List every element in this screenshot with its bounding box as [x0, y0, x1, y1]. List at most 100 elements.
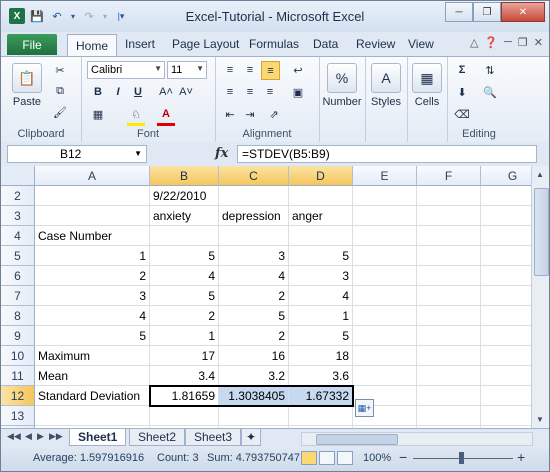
cell-f10[interactable]: [417, 346, 481, 366]
cell-a2[interactable]: [35, 186, 150, 206]
cell-b9[interactable]: 1: [150, 326, 219, 346]
normal-view-icon[interactable]: [301, 451, 317, 465]
cell-a11[interactable]: Mean: [35, 366, 150, 386]
column-header-f[interactable]: F: [417, 166, 481, 186]
cell-a13[interactable]: [35, 406, 150, 426]
zoom-in-icon[interactable]: +: [517, 449, 525, 465]
cell-d3[interactable]: anger: [289, 206, 353, 226]
cell-c13[interactable]: [219, 406, 289, 426]
zoom-slider-knob[interactable]: [459, 452, 464, 464]
cell-g13[interactable]: [481, 406, 531, 426]
cell-a4[interactable]: Case Number: [35, 226, 150, 246]
cell-c4[interactable]: [219, 226, 289, 246]
cell-f11[interactable]: [417, 366, 481, 386]
fill-color-icon[interactable]: ♘: [127, 105, 145, 126]
cell-f13[interactable]: [417, 406, 481, 426]
cell-b6[interactable]: 4: [150, 266, 219, 286]
cell-b13[interactable]: [150, 406, 219, 426]
row-header[interactable]: 13: [1, 406, 35, 426]
grow-font-icon[interactable]: A˄: [157, 83, 175, 101]
row-header[interactable]: 5: [1, 246, 35, 266]
cell-a3[interactable]: [35, 206, 150, 226]
cells-button[interactable]: ▦ Cells: [409, 63, 445, 108]
clear-icon[interactable]: ⌫: [453, 105, 471, 123]
cell-d13[interactable]: [289, 406, 353, 426]
cell-f7[interactable]: [417, 286, 481, 306]
column-header-d[interactable]: D: [289, 166, 353, 186]
prev-sheet-icon[interactable]: ◀: [25, 431, 32, 442]
align-right-icon[interactable]: ≡: [261, 83, 279, 101]
cell-a12[interactable]: Standard Deviation: [35, 386, 150, 406]
cell-d12[interactable]: 1.67332: [289, 386, 353, 406]
cell-d4[interactable]: [289, 226, 353, 246]
cell-a9[interactable]: 5: [35, 326, 150, 346]
cell-a6[interactable]: 2: [35, 266, 150, 286]
cell-b12[interactable]: 1.81659: [150, 386, 219, 406]
cell-e11[interactable]: [353, 366, 417, 386]
cell-c10[interactable]: 16: [219, 346, 289, 366]
insert-sheet-icon[interactable]: ✦: [241, 429, 262, 446]
orientation-icon[interactable]: ⇗: [265, 105, 283, 123]
underline-button[interactable]: U: [129, 83, 147, 101]
cell-b5[interactable]: 5: [150, 246, 219, 266]
cell-c12[interactable]: 1.3038405: [219, 386, 289, 406]
tab-formulas[interactable]: Formulas: [249, 37, 299, 51]
cell-f3[interactable]: [417, 206, 481, 226]
cell-a10[interactable]: Maximum: [35, 346, 150, 366]
cell-e7[interactable]: [353, 286, 417, 306]
cell-f9[interactable]: [417, 326, 481, 346]
scroll-up-icon[interactable]: ▲: [536, 170, 544, 179]
vertical-scrollbar[interactable]: ▲ ▼: [531, 166, 549, 428]
row-header[interactable]: 9: [1, 326, 35, 346]
merge-center-icon[interactable]: ▣: [289, 83, 307, 101]
last-sheet-icon[interactable]: ▶▶: [49, 431, 63, 442]
cell-d7[interactable]: 4: [289, 286, 353, 306]
row-header[interactable]: 10: [1, 346, 35, 366]
cell-f6[interactable]: [417, 266, 481, 286]
next-sheet-icon[interactable]: ▶: [37, 431, 44, 442]
cell-d9[interactable]: 5: [289, 326, 353, 346]
cell-b3[interactable]: anxiety: [150, 206, 219, 226]
cell-g11[interactable]: [481, 366, 531, 386]
tab-home[interactable]: Home: [67, 34, 118, 57]
italic-button[interactable]: I: [109, 83, 127, 101]
cell-c8[interactable]: 5: [219, 306, 289, 326]
cell-d10[interactable]: 18: [289, 346, 353, 366]
cell-g4[interactable]: [481, 226, 531, 246]
cell-b4[interactable]: [150, 226, 219, 246]
cell-c6[interactable]: 4: [219, 266, 289, 286]
row-header[interactable]: 3: [1, 206, 35, 226]
cell-d8[interactable]: 1: [289, 306, 353, 326]
vertical-scroll-thumb[interactable]: [534, 188, 549, 276]
cell-f12[interactable]: [417, 386, 481, 406]
copy-icon[interactable]: ⧉: [51, 82, 69, 100]
minimize-icon[interactable]: ─: [445, 2, 473, 22]
wrap-text-icon[interactable]: ↩: [289, 61, 307, 79]
column-header-e[interactable]: E: [353, 166, 417, 186]
tab-review[interactable]: Review: [356, 37, 395, 51]
doc-minimize-icon[interactable]: ─: [504, 36, 512, 49]
align-middle-icon[interactable]: ≡: [241, 61, 259, 79]
increase-indent-icon[interactable]: ⇥: [241, 105, 259, 123]
page-break-view-icon[interactable]: [337, 451, 353, 465]
doc-restore-icon[interactable]: ❐: [518, 36, 528, 49]
sort-filter-icon[interactable]: ⇅: [481, 61, 499, 79]
font-name-combo[interactable]: Calibri ▼: [87, 61, 165, 79]
formula-input[interactable]: =STDEV(B5:B9): [237, 145, 537, 163]
decrease-indent-icon[interactable]: ⇤: [221, 105, 239, 123]
borders-icon[interactable]: ▦: [89, 105, 107, 123]
paste-button[interactable]: 📋 Paste: [9, 63, 45, 108]
row-header[interactable]: 7: [1, 286, 35, 306]
cell-e6[interactable]: [353, 266, 417, 286]
autosum-icon[interactable]: Σ: [453, 61, 471, 79]
cell-b8[interactable]: 2: [150, 306, 219, 326]
row-header[interactable]: 11: [1, 366, 35, 386]
horizontal-scrollbar[interactable]: [301, 432, 533, 446]
close-icon[interactable]: ✕: [501, 2, 545, 22]
cell-e8[interactable]: [353, 306, 417, 326]
first-sheet-icon[interactable]: ◀◀: [7, 431, 21, 442]
cell-b2[interactable]: 9/22/2010: [150, 186, 219, 206]
cell-g9[interactable]: [481, 326, 531, 346]
row-header[interactable]: 2: [1, 186, 35, 206]
cell-d2[interactable]: [289, 186, 353, 206]
